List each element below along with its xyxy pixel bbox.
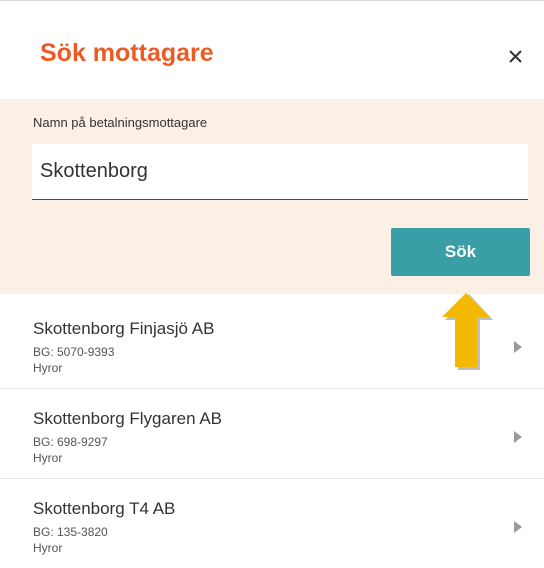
chevron-right-icon xyxy=(514,431,522,443)
result-item[interactable]: Skottenborg T4 AB BG: 135-3820 Hyror xyxy=(0,479,544,568)
result-category: Hyror xyxy=(33,361,63,375)
chevron-right-icon xyxy=(514,521,522,533)
payee-search-input[interactable] xyxy=(32,144,528,200)
result-name: Skottenborg Finjasjö AB xyxy=(33,319,215,338)
payee-name-label: Namn på betalningsmottagare xyxy=(33,115,208,130)
result-name: Skottenborg T4 AB xyxy=(33,499,176,518)
result-bankgiro: BG: 698-9297 xyxy=(33,435,108,449)
search-button[interactable]: Sök xyxy=(391,228,530,276)
result-item[interactable]: Skottenborg Flygaren AB BG: 698-9297 Hyr… xyxy=(0,389,544,479)
chevron-right-icon xyxy=(514,341,522,353)
close-icon xyxy=(509,50,522,63)
result-bankgiro: BG: 5070-9393 xyxy=(33,345,115,359)
close-button[interactable] xyxy=(500,41,530,71)
dialog-title: Sök mottagare xyxy=(40,39,214,67)
result-bankgiro: BG: 135-3820 xyxy=(33,525,108,539)
result-name: Skottenborg Flygaren AB xyxy=(33,409,223,428)
search-panel: Namn på betalningsmottagare Sök xyxy=(0,99,544,294)
result-category: Hyror xyxy=(33,541,63,555)
dialog-header: Sök mottagare xyxy=(0,1,544,99)
result-category: Hyror xyxy=(33,451,63,465)
pointer-arrow-icon xyxy=(442,293,493,370)
